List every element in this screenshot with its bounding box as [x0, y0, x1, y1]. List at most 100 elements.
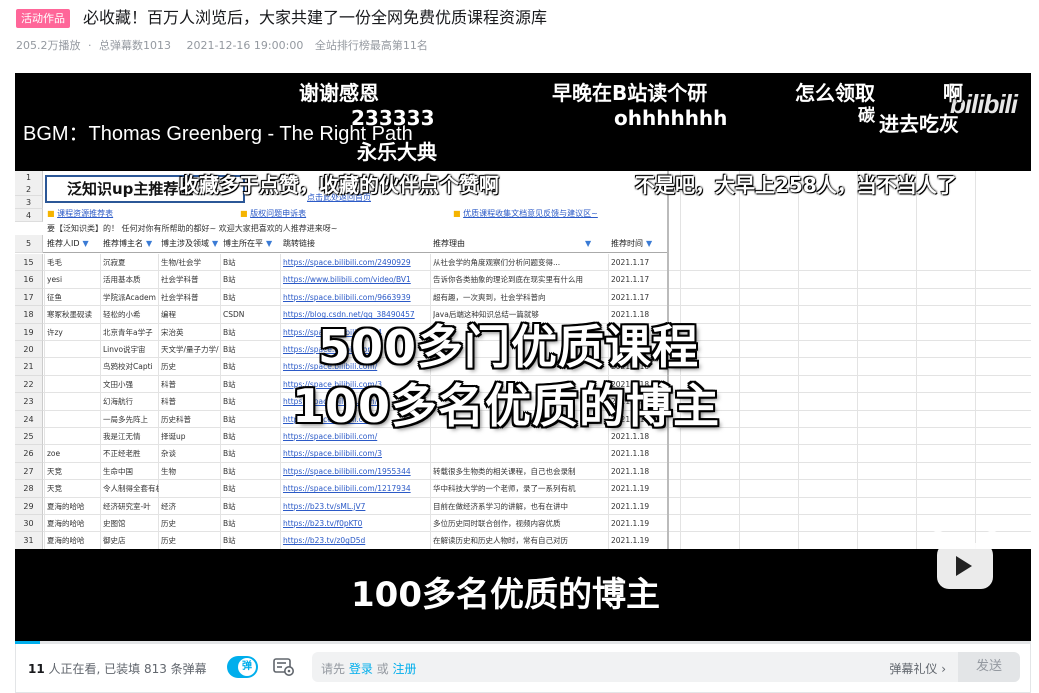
filter-icon[interactable]: ▼ — [146, 239, 152, 248]
table-cell: 科普 — [161, 397, 176, 407]
send-button[interactable]: 发送 — [958, 652, 1020, 682]
danmu-item[interactable]: ohhhhhhh — [614, 106, 727, 130]
filter-icon[interactable]: ▼ — [212, 239, 218, 248]
login-link[interactable]: 登录 — [349, 662, 373, 676]
header-field: 博主涉及领域 ▼ — [161, 235, 218, 252]
row-number: 3 — [15, 196, 43, 209]
table-cell[interactable]: https://b23.tv/sML.jV7 — [283, 498, 431, 515]
table-cell: 目前在做经济系学习的讲解，也有在讲中 — [433, 501, 568, 511]
danmu-item[interactable]: 啊 — [943, 77, 963, 106]
table-cell: 超有趣，一次爽到，社会学科普向 — [433, 292, 546, 302]
overlay-line-courses: 500多门优质课程 — [318, 320, 700, 374]
table-cell: B站 — [223, 327, 236, 337]
folder-icon: ■ — [240, 209, 251, 218]
folder-icon: ■ — [47, 209, 58, 218]
grid-line — [739, 171, 740, 549]
table-cell: 杂谈 — [161, 449, 176, 459]
danmaku-etiquette-link[interactable]: 弹幕礼仪 › — [889, 660, 946, 677]
table-cell: 在解读历史和历史人物时，常有自己对历 — [433, 536, 568, 546]
play-count: 205.2万播放 — [16, 39, 81, 52]
header-reason-label: 推荐理由 — [433, 239, 465, 248]
table-cell: 2021.1.19 — [611, 484, 650, 494]
header-link: 跳转链接 — [283, 235, 315, 252]
sheet-link-courses-label: 课程资源推荐表 — [57, 209, 114, 218]
filter-icon[interactable]: ▼ — [266, 239, 272, 248]
viewer-text: 人正在看, 已装填 813 条弹幕 — [44, 662, 207, 676]
sheet-link-copyright[interactable]: ■ 版权问题申诉表 — [240, 208, 306, 219]
table-cell: B站 — [223, 484, 236, 494]
table-cell — [47, 428, 101, 445]
video-title: 必收藏！百万人浏览后，大家共建了一份全网免费优质课程资源库 — [83, 8, 548, 27]
table-cell: 科普 — [161, 379, 176, 389]
table-cell: 夏海的哈哈 — [47, 519, 85, 528]
video-player[interactable]: BGM：Thomas Greenberg - The Right Path bi… — [15, 73, 1031, 644]
table-cell — [47, 411, 101, 428]
danmaku-toggle[interactable]: 弹 — [227, 656, 258, 678]
header-platform: 博主所在平 ▼ — [223, 235, 272, 252]
header-field-label: 博主涉及领域 — [161, 239, 209, 248]
danmu-item[interactable]: 收藏多于点赞，收藏的伙伴点个赞啊 — [179, 169, 499, 198]
table-cell: 生物/社会学 — [161, 258, 202, 267]
input-prefix: 请先 — [321, 662, 349, 676]
row-number: 4 — [15, 209, 43, 222]
danmaku-bar: 11 人正在看, 已装填 813 条弹幕 弹 请先 登录 或 注册 弹幕礼仪 ›… — [15, 644, 1031, 693]
header-reason: 推荐理由 ▼ — [433, 235, 591, 252]
activity-badge[interactable]: 活动作品 — [16, 9, 70, 28]
table-cell[interactable]: https://space.bilibili.com/1217934 — [283, 480, 431, 497]
sheet-link-feedback[interactable]: ■ 优质课程收集文档意见反馈与建议区~ — [453, 208, 598, 219]
grid-line — [975, 171, 976, 549]
table-cell: 经济 — [161, 501, 176, 511]
danmaku-settings-icon[interactable] — [273, 657, 295, 677]
table-cell: 转载很多生物类的相关课程，自己也会录制 — [433, 466, 576, 476]
sheet-link-courses[interactable]: ■ 课程资源推荐表 — [47, 208, 113, 219]
row-number: 16 — [15, 271, 43, 289]
table-cell — [47, 341, 101, 358]
danmu-item[interactable]: 碳 — [858, 101, 875, 126]
table-cell — [47, 358, 101, 375]
danmu-item[interactable]: 早晚在B站读个研 — [552, 77, 707, 106]
table-cell: 史图馆 — [103, 519, 126, 528]
table-cell[interactable]: https://b23.tv/f0pKT0 — [283, 515, 431, 532]
viewer-status: 11 人正在看, 已装填 813 条弹幕 — [28, 660, 207, 677]
table-cell[interactable]: https://space.bilibili.com/2490929 — [283, 254, 431, 271]
header-blogger-label: 推荐博主名 — [103, 239, 143, 248]
row-number: 2 — [15, 183, 43, 196]
play-button[interactable] — [937, 543, 993, 589]
table-cell: 不正经老胜 — [103, 449, 141, 459]
register-link[interactable]: 注册 — [392, 662, 416, 676]
table-cell: 2021.1.17 — [611, 258, 650, 267]
table-cell: 天竞 — [47, 484, 62, 494]
table-cell: 2021.1.19 — [611, 536, 650, 546]
row-number: 28 — [15, 480, 43, 498]
table-cell — [47, 376, 101, 393]
table-cell: yesi — [47, 275, 63, 285]
table-cell[interactable]: https://www.bilibili.com/video/BV1 — [283, 271, 431, 288]
danmu-item[interactable]: 233333 — [351, 106, 435, 130]
danmaku-input[interactable]: 请先 登录 或 注册 弹幕礼仪 › — [312, 652, 958, 682]
filter-icon[interactable]: ▼ — [83, 239, 89, 248]
danmu-item[interactable]: 永乐大典 — [357, 136, 437, 165]
table-cell: 2021.1.18 — [611, 449, 650, 459]
table-cell: 多位历史同时联合创作，视频内容优质 — [433, 519, 561, 528]
filter-icon[interactable]: ▼ — [585, 239, 591, 248]
table-cell: 历史 — [161, 519, 176, 528]
danmu-item[interactable]: 谢谢感恩 — [299, 77, 379, 106]
table-cell[interactable]: https://space.bilibili.com/3 — [283, 445, 431, 462]
table-cell[interactable]: https://b23.tv/z0gD5d — [283, 532, 431, 549]
table-cell[interactable]: https://space.bilibili.com/1955344 — [283, 463, 431, 480]
folder-icon: ■ — [453, 209, 464, 218]
row-number: 5 — [15, 235, 43, 253]
table-cell: B站 — [223, 501, 236, 511]
table-cell[interactable]: https://space.bilibili.com/9663939 — [283, 289, 431, 306]
video-meta: 205.2万播放 · 总弹幕数1013 2021-12-16 19:00:00 … — [16, 38, 432, 54]
table-cell: 社会学科普 — [161, 275, 199, 285]
danmu-item[interactable]: 进去吃灰 — [879, 108, 959, 137]
filter-icon[interactable]: ▼ — [646, 239, 652, 248]
table-cell: 从社会学的角度观察们分析问题变得... — [433, 258, 561, 267]
danmu-item[interactable]: 不是吧，大早上258人，当不当人了 — [635, 169, 957, 198]
row-number: 23 — [15, 393, 43, 411]
rank-link[interactable]: 全站排行榜最高第11名 — [315, 39, 428, 52]
table-cell: zoe — [47, 449, 61, 459]
table-cell: B站 — [223, 362, 236, 372]
sheet-link-copyright-label: 版权问题申诉表 — [250, 209, 307, 218]
